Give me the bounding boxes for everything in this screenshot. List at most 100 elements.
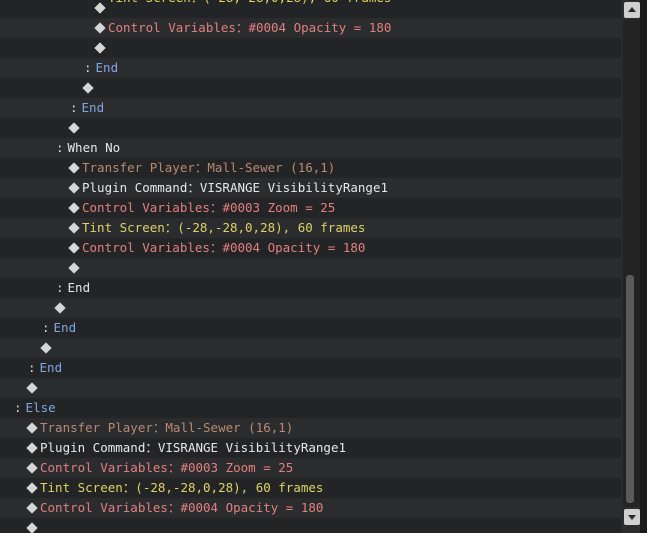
command-row[interactable]	[0, 38, 621, 58]
command-row[interactable]: Control Variables：#0003 Zoom = 25	[0, 198, 621, 218]
command-cell: Control Variables：#0004 Opacity = 180	[68, 238, 366, 258]
branch-marker: :	[42, 320, 50, 335]
command-params: Mall-Sewer (16,1)	[165, 420, 294, 435]
command-row[interactable]	[0, 518, 621, 533]
command-cell	[68, 118, 82, 138]
branch-marker: :	[84, 60, 92, 75]
command-row[interactable]	[0, 298, 621, 318]
command-params: #0004 Opacity = 180	[248, 20, 392, 35]
diamond-icon	[40, 341, 52, 354]
command-row[interactable]: Control Variables：#0004 Opacity = 180	[0, 238, 621, 258]
command-cell: Plugin Command：VISRANGE VisibilityRange1	[26, 438, 347, 458]
diamond-icon	[68, 261, 80, 274]
command-row[interactable]	[0, 378, 621, 398]
command-row[interactable]: : When No	[0, 138, 621, 158]
command-cell: : End	[70, 98, 104, 118]
command-cell: : End	[84, 58, 118, 78]
command-row[interactable]: Transfer Player：Mall-Sewer (16,1)	[0, 158, 621, 178]
diamond-icon	[68, 121, 80, 134]
diamond-icon	[68, 201, 80, 214]
command-params: #0003 Zoom = 25	[222, 200, 336, 215]
command-row[interactable]	[0, 118, 621, 138]
command-cell: Tint Screen：(-28,-28,0,28), 60 frames	[26, 478, 324, 498]
command-row[interactable]	[0, 78, 621, 98]
command-name: Tint Screen：	[82, 220, 178, 235]
command-name: Transfer Player：	[82, 160, 208, 175]
branch-label: Else	[25, 400, 56, 415]
command-cell: Control Variables：#0003 Zoom = 25	[26, 458, 294, 478]
command-cell: : Else	[14, 398, 56, 418]
command-row[interactable]: : End	[0, 98, 621, 118]
branch-label: End	[39, 360, 63, 375]
command-row[interactable]: Plugin Command：VISRANGE VisibilityRange1	[0, 438, 621, 458]
command-cell: Control Variables：#0003 Zoom = 25	[68, 198, 336, 218]
command-row[interactable]: Transfer Player：Mall-Sewer (16,1)	[0, 418, 621, 438]
command-cell	[40, 338, 54, 358]
branch-label: End	[95, 60, 119, 75]
command-row[interactable]: : End	[0, 358, 621, 378]
command-params: (-28,-28,0,28), 60 frames	[177, 220, 366, 235]
diamond-icon	[68, 221, 80, 234]
command-row[interactable]	[0, 338, 621, 358]
command-cell: Tint Screen：(-28,-28,0,28), 60 frames	[94, 0, 391, 18]
command-cell: : End	[56, 278, 90, 298]
command-params: VISRANGE VisibilityRange1	[199, 180, 389, 195]
diamond-icon	[68, 161, 80, 174]
scroll-up-button[interactable]	[624, 2, 640, 18]
branch-label: End	[53, 320, 77, 335]
command-row[interactable]: : Else	[0, 398, 621, 418]
scrollbar-thumb[interactable]	[626, 275, 634, 503]
command-row[interactable]: : End	[0, 278, 621, 298]
command-row[interactable]: Tint Screen：(-28,-28,0,28), 60 frames	[0, 218, 621, 238]
command-row[interactable]	[0, 258, 621, 278]
branch-label: End	[67, 280, 91, 295]
branch-marker: :	[56, 140, 64, 155]
branch-label: End	[81, 100, 105, 115]
command-name: Control Variables：	[40, 460, 181, 475]
diamond-icon	[94, 41, 106, 54]
arrow-up-icon	[628, 7, 636, 12]
command-row[interactable]: : End	[0, 318, 621, 338]
diamond-icon	[26, 421, 38, 434]
command-row[interactable]: Control Variables：#0004 Opacity = 180	[0, 498, 621, 518]
command-name: Plugin Command：	[40, 440, 158, 455]
diamond-icon	[54, 301, 66, 314]
command-row[interactable]: Tint Screen：(-28,-28,0,28), 60 frames	[0, 0, 621, 18]
event-command-list[interactable]: Tint Screen：(-28,-28,0,28), 60 framesCon…	[0, 0, 621, 533]
command-row[interactable]: Tint Screen：(-28,-28,0,28), 60 frames	[0, 478, 621, 498]
command-params: #0004 Opacity = 180	[222, 240, 366, 255]
command-cell: Tint Screen：(-28,-28,0,28), 60 frames	[68, 218, 366, 238]
scrollbar-track[interactable]	[623, 20, 641, 507]
window-edge	[640, 0, 647, 533]
command-name: Control Variables：	[82, 200, 223, 215]
command-cell: Control Variables：#0004 Opacity = 180	[94, 18, 392, 38]
command-row[interactable]: Control Variables：#0003 Zoom = 25	[0, 458, 621, 478]
command-cell: Transfer Player：Mall-Sewer (16,1)	[26, 418, 294, 438]
command-cell: Control Variables：#0004 Opacity = 180	[26, 498, 324, 518]
diamond-icon	[94, 1, 106, 14]
command-name: Control Variables：	[40, 500, 181, 515]
command-cell	[26, 378, 40, 398]
command-params: VISRANGE VisibilityRange1	[157, 440, 347, 455]
command-cell	[82, 78, 96, 98]
command-name: Control Variables：	[108, 20, 249, 35]
scroll-down-button[interactable]	[624, 509, 640, 525]
diamond-icon	[82, 81, 94, 94]
command-name: Plugin Command：	[82, 180, 200, 195]
command-cell: Plugin Command：VISRANGE VisibilityRange1	[68, 178, 389, 198]
command-row[interactable]: : End	[0, 58, 621, 78]
command-params: #0003 Zoom = 25	[180, 460, 294, 475]
command-cell	[68, 258, 82, 278]
command-name: Control Variables：	[82, 240, 223, 255]
command-cell: : When No	[56, 138, 120, 158]
command-cell: : End	[28, 358, 62, 378]
command-row[interactable]: Plugin Command：VISRANGE VisibilityRange1	[0, 178, 621, 198]
command-params: #0004 Opacity = 180	[180, 500, 324, 515]
command-params: Mall-Sewer (16,1)	[207, 160, 336, 175]
command-params: (-28,-28,0,28), 60 frames	[135, 480, 324, 495]
branch-marker: :	[70, 100, 78, 115]
command-cell	[54, 298, 68, 318]
arrow-down-icon	[628, 515, 636, 520]
command-cell	[94, 38, 108, 58]
command-row[interactable]: Control Variables：#0004 Opacity = 180	[0, 18, 621, 38]
